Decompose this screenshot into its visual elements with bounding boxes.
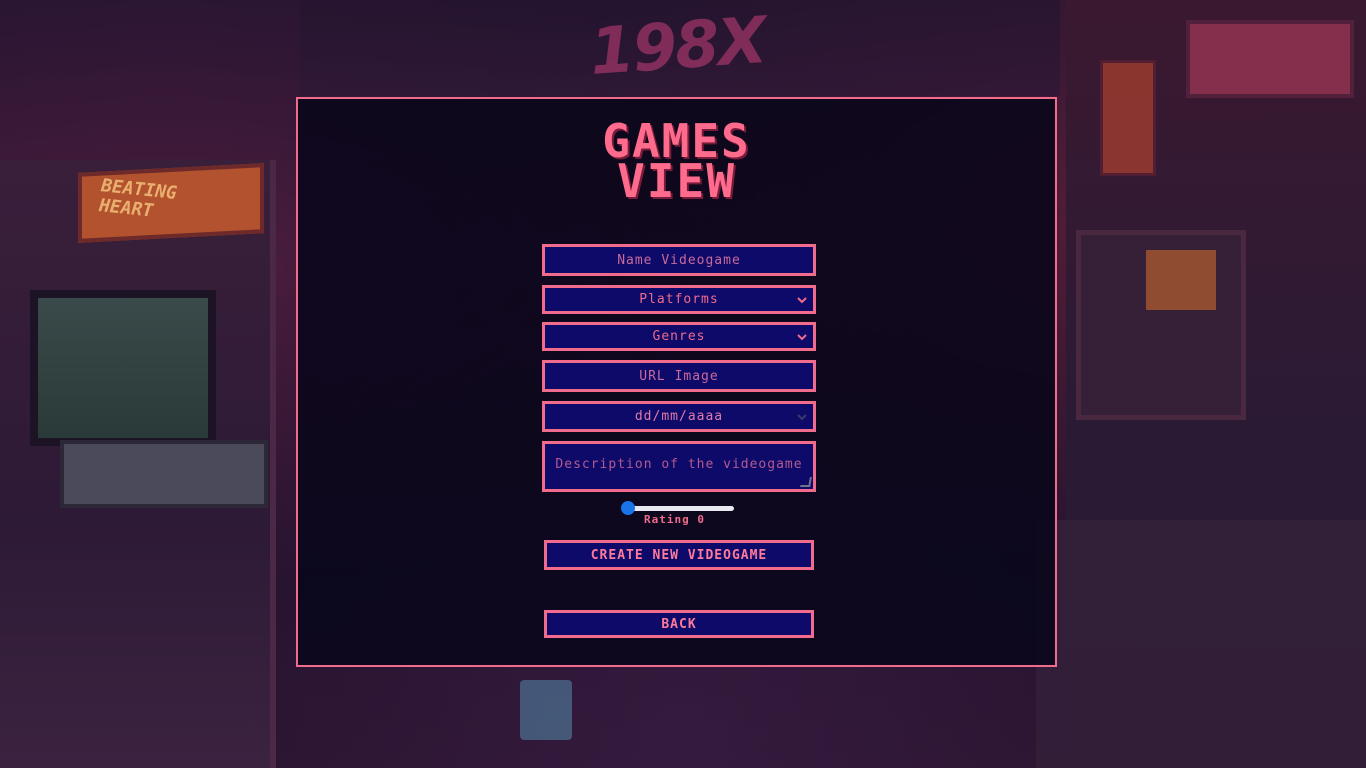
genres-select[interactable]: Genres [542, 322, 816, 351]
resize-handle-icon[interactable] [800, 477, 812, 487]
url-image-input[interactable]: URL Image [542, 360, 816, 392]
release-date-placeholder: dd/mm/aaaa [634, 409, 724, 424]
release-date-input[interactable]: dd/mm/aaaa [542, 401, 816, 432]
arcade-screen [30, 290, 216, 446]
title-line-2: VIEW [617, 154, 736, 208]
arcade-marquee-text: BEATING HEART [98, 175, 178, 222]
platforms-select[interactable]: Platforms [542, 285, 816, 314]
page-title: GAMES VIEW [298, 118, 1055, 208]
mug-decoration [520, 680, 572, 740]
neon-sign: 198X [587, 3, 768, 91]
chevron-down-icon [797, 296, 807, 303]
neon-poster [1186, 20, 1354, 98]
arcade-screen-right [1146, 250, 1216, 310]
arcade-control-panel [60, 440, 268, 508]
name-videogame-placeholder: Name Videogame [617, 252, 741, 268]
name-videogame-input[interactable]: Name Videogame [542, 244, 816, 276]
genres-selected-value: Genres [652, 329, 706, 344]
rating-slider-track[interactable] [624, 506, 734, 511]
back-button[interactable]: BACK [544, 610, 814, 638]
description-placeholder: Description of the videogame [555, 457, 803, 472]
floor-clutter [1036, 520, 1366, 768]
url-image-placeholder: URL Image [639, 368, 719, 384]
chevron-down-icon [797, 413, 807, 420]
create-videogame-button[interactable]: CREATE NEW VIDEOGAME [544, 540, 814, 570]
create-game-card: GAMES VIEW Name Videogame Platforms Genr… [296, 97, 1057, 667]
rating-label: Rating 0 [644, 513, 705, 526]
description-textarea[interactable]: Description of the videogame [542, 441, 816, 492]
wall-poster [1100, 60, 1156, 176]
chevron-down-icon [797, 333, 807, 340]
platforms-selected-value: Platforms [639, 292, 719, 307]
